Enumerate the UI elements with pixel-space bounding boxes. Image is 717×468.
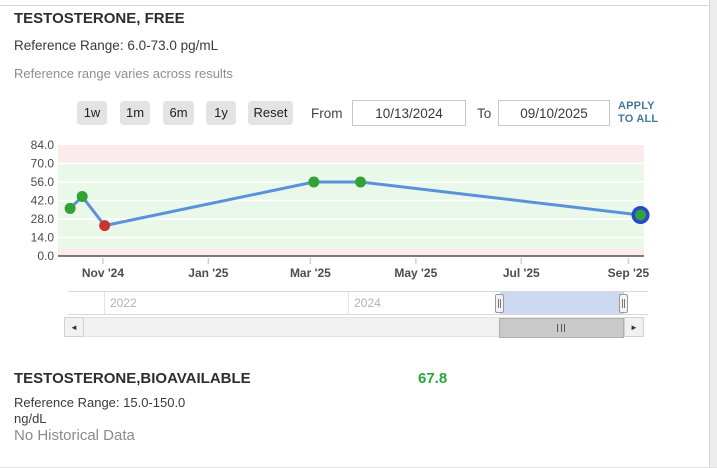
top-divider — [0, 5, 717, 6]
left-arrow-icon: ◄ — [70, 323, 78, 332]
data-point[interactable] — [308, 177, 319, 188]
to-label: To — [477, 106, 491, 121]
range-button-1w[interactable]: 1w — [77, 101, 107, 125]
range-varies-note: Reference range varies across results — [14, 66, 233, 81]
to-date-input[interactable] — [498, 100, 610, 126]
navigator-strip[interactable]: 2022 2024 — [68, 291, 648, 315]
result-value-bioavailable: 67.8 — [418, 370, 447, 387]
svg-text:Jan '25: Jan '25 — [188, 266, 229, 280]
svg-text:Sep '25: Sep '25 — [608, 266, 650, 280]
svg-text:56.0: 56.0 — [31, 175, 55, 189]
svg-text:0.0: 0.0 — [37, 249, 54, 263]
vertical-scrollbar[interactable] — [709, 0, 717, 468]
svg-text:14.0: 14.0 — [31, 231, 55, 245]
svg-text:42.0: 42.0 — [31, 194, 55, 208]
data-point[interactable] — [77, 191, 88, 202]
from-label: From — [311, 106, 343, 121]
test-title-free: TESTOSTERONE, FREE — [14, 10, 185, 27]
test-title-bioavailable: TESTOSTERONE,BIOAVAILABLE — [14, 370, 251, 387]
handle-grip-icon — [498, 299, 501, 308]
navigator-right-handle[interactable] — [619, 294, 628, 313]
thumb-grip-icon — [557, 324, 565, 332]
svg-text:Nov '24: Nov '24 — [82, 266, 125, 280]
navigator-selected-range[interactable] — [500, 292, 624, 314]
svg-text:28.0: 28.0 — [31, 212, 55, 226]
svg-text:Jul '25: Jul '25 — [503, 266, 540, 280]
apply-to-all-link[interactable]: APPLY TO ALL — [618, 100, 664, 126]
from-date-input[interactable] — [352, 100, 466, 126]
navigator-year-gridline — [104, 292, 105, 314]
no-historical-data-text: No Historical Data — [14, 427, 135, 444]
svg-text:70.0: 70.0 — [31, 157, 55, 171]
right-arrow-icon: ► — [630, 323, 638, 332]
data-point[interactable] — [355, 177, 366, 188]
navigator-year-label: 2024 — [354, 296, 381, 310]
history-chart[interactable]: 84.0 70.0 56.0 42.0 28.0 14.0 0.0 Nov '24 Jan '2… — [0, 138, 680, 290]
scroll-left-button[interactable]: ◄ — [64, 317, 84, 337]
data-point[interactable] — [635, 210, 646, 221]
navigator-left-handle[interactable] — [495, 294, 504, 313]
navigator-year-label: 2022 — [110, 296, 137, 310]
scrollbar-thumb[interactable] — [499, 318, 624, 338]
svg-text:Mar '25: Mar '25 — [290, 266, 331, 280]
range-button-6m[interactable]: 6m — [163, 101, 194, 125]
svg-text:May '25: May '25 — [394, 266, 437, 280]
navigator-year-gridline — [348, 292, 349, 314]
range-button-1y[interactable]: 1y — [206, 101, 236, 125]
reference-range-free: Reference Range: 6.0-73.0 pg/mL — [14, 38, 218, 53]
scroll-right-button[interactable]: ► — [624, 317, 644, 337]
handle-grip-icon — [622, 299, 625, 308]
data-point[interactable] — [65, 203, 76, 214]
data-point[interactable] — [99, 220, 110, 231]
lab-results-panel: TESTOSTERONE, FREE Reference Range: 6.0-… — [0, 0, 717, 468]
scrollbar-track[interactable] — [84, 317, 624, 337]
horizontal-scrollbar[interactable]: ◄ ► — [64, 317, 644, 337]
range-button-reset[interactable]: Reset — [248, 101, 293, 125]
reference-range-bioavailable: Reference Range: 15.0-150.0 — [14, 395, 185, 410]
reference-range-unit: ng/dL — [14, 411, 47, 426]
range-button-1m[interactable]: 1m — [120, 101, 150, 125]
history-chart-area: 84.0 70.0 56.0 42.0 28.0 14.0 0.0 Nov '24 Jan '2… — [0, 138, 680, 290]
svg-text:84.0: 84.0 — [31, 138, 55, 152]
